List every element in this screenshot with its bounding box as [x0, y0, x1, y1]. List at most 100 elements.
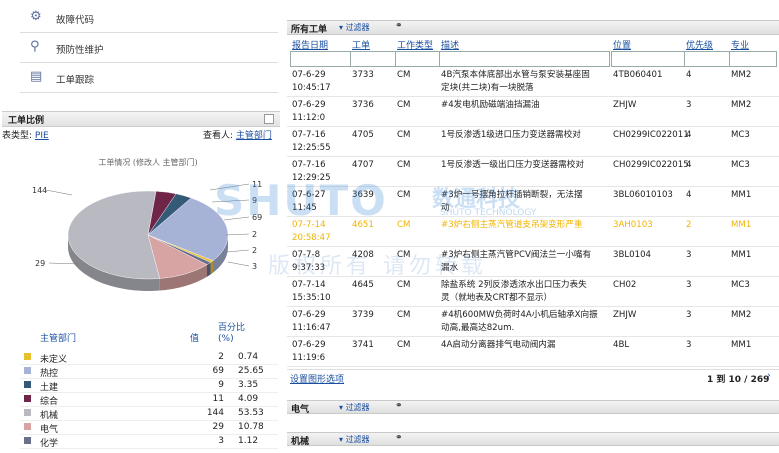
cell-specialty: MM2	[731, 70, 752, 80]
table-row[interactable]: 07-7-16 4705 CM CH0299IC022011 4 MC3 12:25:55 1…	[287, 126, 779, 157]
table-row[interactable]: 07-6-29 3739 CM ZHJW 3 MM2 11:16:47 #4机600MW负荷时…	[287, 306, 779, 337]
cell-location: 3AH0103	[613, 220, 653, 230]
watermark-en: SHUTO TECHNOLOGY	[440, 208, 537, 218]
binoculars-icon[interactable]: ⚭	[395, 433, 403, 443]
column-header[interactable]: 专业	[731, 38, 749, 51]
cell-workorder: 3741	[352, 340, 374, 350]
chart-settings-link[interactable]: 设置图形选项	[290, 372, 344, 385]
cell-specialty: MM2	[731, 310, 752, 320]
cell-description-cont: 动高,最高达82um.	[441, 323, 515, 333]
cell-priority: 3	[686, 340, 692, 350]
cell-description: 除盐系统 2列反渗透浓水出口压力表失	[441, 280, 587, 290]
pie-leader-line	[45, 189, 73, 196]
chart-title: 工单情况 (修改人 主管部门)	[98, 157, 197, 167]
cell-time: 11:16:47	[292, 323, 331, 333]
table-row[interactable]: 07-6-29 3736 CM ZHJW 3 MM2 11:12:0 #4发电机励磁端油挡漏油	[287, 96, 779, 127]
cell-priority: 3	[686, 310, 692, 320]
legend-swatch	[24, 353, 31, 360]
column-header[interactable]: 描述	[441, 38, 459, 51]
cell-description-cont: 灵（就地表及CRT都不显示）	[441, 293, 553, 303]
legend-value: 29	[212, 422, 224, 432]
column-filter-input[interactable]	[350, 51, 396, 67]
cell-workorder: 3736	[352, 100, 374, 110]
cell-priority: 2	[686, 220, 692, 230]
column-header[interactable]: 报告日期	[292, 38, 328, 51]
table-row[interactable]: 07-7-14 4645 CM CH02 3 MC3 15:35:10 除盐系统 2列反渗透浓…	[287, 276, 779, 307]
cell-location: CH02	[613, 280, 637, 290]
binoculars-icon[interactable]: ⚭	[395, 21, 403, 31]
section-title: 机械	[291, 437, 310, 447]
filter-label: 过滤器	[345, 23, 370, 32]
pie-chart: 工单情况 (修改人 主管部门) 1441196922329	[32, 157, 262, 291]
cell-specialty: MM1	[731, 190, 752, 200]
cell-priority: 4	[686, 130, 692, 140]
cell-type: CM	[397, 70, 411, 80]
legend-header: 主管部门 值 百分比(%)	[20, 323, 278, 347]
cell-type: CM	[397, 280, 411, 290]
filter-menu[interactable]: ▾ 过滤器	[339, 434, 370, 445]
column-filter-input[interactable]	[611, 51, 685, 67]
legend-row: 土建 9 3.35	[20, 378, 278, 393]
filter-label: 过滤器	[345, 403, 370, 412]
column-header[interactable]: 位置	[613, 38, 631, 51]
table-row[interactable]: 07-6-29 3741 CM 4BL 3 MM1 11:19:6 4A启动分离器排气电动阀内…	[287, 336, 779, 367]
column-filter-input[interactable]	[729, 51, 777, 67]
ratio-panel-header: 工单比例	[2, 111, 280, 127]
column-filter-input[interactable]	[395, 51, 441, 67]
cell-priority: 3	[686, 100, 692, 110]
legend-header-dept: 主管部门	[40, 334, 77, 344]
cell-date: 07-6-29	[292, 100, 326, 110]
column-filter-input[interactable]	[684, 51, 730, 67]
legend-value: 9	[218, 380, 224, 390]
cell-type: CM	[397, 130, 411, 140]
cell-priority: 3	[686, 250, 692, 260]
column-filter-input[interactable]	[290, 51, 351, 67]
nav-item-preventive-maintenance[interactable]: ⚲ 预防性维护	[20, 34, 278, 63]
cell-description: 4B汽泵本体底部出水管与泵安装基座固	[441, 70, 590, 80]
binoculars-icon[interactable]: ⚭	[395, 401, 403, 411]
cell-specialty: MC3	[731, 280, 750, 290]
legend-percent: 25.65	[238, 366, 264, 376]
nav-item-workorder-tracking[interactable]: ▤ 工单跟踪	[20, 64, 278, 93]
legend-swatch	[24, 367, 31, 374]
cell-location: ZHJW	[613, 100, 637, 110]
pie-data-label: 3	[252, 262, 257, 271]
column-header[interactable]: 优先级	[686, 38, 713, 51]
nav-item-label: 故障代码	[56, 15, 95, 26]
nav-item-label: 工单跟踪	[56, 75, 95, 86]
workorders-title: 所有工单	[291, 25, 328, 35]
column-header[interactable]: 工单	[352, 38, 370, 51]
filter-menu[interactable]: ▾ 过滤器	[339, 22, 370, 33]
legend-swatch	[24, 395, 31, 402]
legend-swatch	[24, 437, 31, 444]
cell-type: CM	[397, 160, 411, 170]
column-filter-input[interactable]	[439, 51, 610, 67]
cell-specialty: MM1	[731, 340, 752, 350]
cell-type: CM	[397, 220, 411, 230]
filter-label: 过滤器	[345, 435, 370, 444]
legend-percent: 0.74	[238, 352, 259, 362]
filter-menu[interactable]: ▾ 过滤器	[339, 402, 370, 413]
table-row[interactable]: 07-6-29 3733 CM 4TB060401 4 MM2 10:45:17 4B汽泵本体…	[287, 66, 779, 97]
legend-percent: 53.53	[238, 408, 264, 418]
cell-date: 07-7-14	[292, 280, 326, 290]
watermark-brand: SHUTO	[214, 176, 388, 225]
nav-item-fault-code[interactable]: ⚙ 故障代码	[20, 4, 278, 33]
legend-row: 未定义 2 0.74	[20, 350, 278, 365]
column-header[interactable]: 工作类型	[397, 38, 433, 51]
minimize-icon[interactable]	[264, 114, 274, 124]
cell-time: 20:58:47	[292, 233, 331, 243]
pie-data-label: 2	[252, 230, 257, 239]
cell-time: 11:12:0	[292, 113, 326, 123]
cell-description: 1号反渗透1级进口压力变送器需校对	[441, 130, 581, 140]
legend-header-percent: 百分比(%)	[218, 323, 246, 344]
cell-workorder: 4705	[352, 130, 374, 140]
tracking-icon: ▤	[30, 69, 43, 84]
cell-location: CH0299IC022015	[613, 160, 689, 170]
cell-location: 4BL	[613, 340, 630, 350]
cell-description: #4发电机励磁端油挡漏油	[441, 100, 540, 110]
section-electric: 电气 ▾ 过滤器 ⚭	[287, 400, 779, 415]
next-page-icon[interactable]: ›	[767, 371, 771, 381]
cell-time: 12:25:55	[292, 143, 331, 153]
section-mechanical: 机械 ▾ 过滤器 ⚭	[287, 432, 779, 447]
